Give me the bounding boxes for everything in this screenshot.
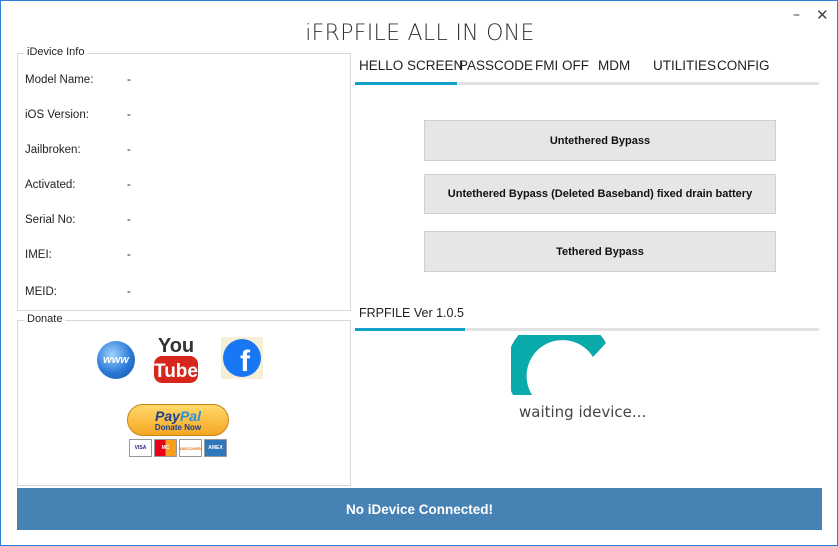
idevice-info-group: iDevice Info Model Name: - iOS Version: … xyxy=(17,46,351,311)
youtube-icon[interactable]: You Tube xyxy=(153,334,199,384)
minimize-button[interactable]: – xyxy=(793,8,800,22)
tab-mdm[interactable]: MDM xyxy=(598,58,630,73)
meid-label: MEID: xyxy=(25,286,57,298)
ios-version-value: - xyxy=(127,109,131,121)
activated-value: - xyxy=(127,179,131,191)
loading-spinner-icon xyxy=(511,335,606,395)
jailbroken-value: - xyxy=(127,144,131,156)
mastercard-icon: MC xyxy=(154,439,177,457)
donate-legend: Donate xyxy=(24,313,66,325)
untethered-bypass-button[interactable]: Untethered Bypass xyxy=(424,120,776,161)
facebook-letter: f xyxy=(240,345,251,378)
youtube-top-text: You xyxy=(158,335,194,357)
tab-fmi-off[interactable]: FMI OFF xyxy=(535,58,589,73)
tab-config[interactable]: CONFIG xyxy=(717,58,770,73)
visa-card-icon: VISA xyxy=(129,439,152,457)
tab-passcode[interactable]: PASSCODE xyxy=(459,58,533,73)
imei-value: - xyxy=(127,249,131,261)
jailbroken-label: Jailbroken: xyxy=(25,144,81,156)
connection-status-bar: No iDevice Connected! xyxy=(17,488,822,530)
model-name-value: - xyxy=(127,74,131,86)
model-name-label: Model Name: xyxy=(25,74,94,86)
youtube-bottom-text: Tube xyxy=(154,361,198,382)
imei-label: IMEI: xyxy=(25,249,52,261)
discover-card-icon: DISCOVER xyxy=(179,439,202,457)
meid-value: - xyxy=(127,286,131,298)
tethered-bypass-button[interactable]: Tethered Bypass xyxy=(424,231,776,272)
tab-strip: HELLO SCREEN PASSCODE FMI OFF MDM UTILIT… xyxy=(355,58,825,84)
waiting-status-text: waiting idevice... xyxy=(519,403,647,421)
serial-no-label: Serial No: xyxy=(25,214,76,226)
version-label: FRPFILE Ver 1.0.5 xyxy=(359,306,464,320)
www-globe-icon[interactable]: www xyxy=(97,341,135,379)
serial-no-value: - xyxy=(127,214,131,226)
window-title: iFRPFILE ALL IN ONE xyxy=(305,21,535,46)
tab-underline-active xyxy=(355,82,457,85)
paypal-donate-text: Donate Now xyxy=(154,422,202,432)
paypal-logo: PayPal xyxy=(155,409,201,423)
credit-cards-icon: VISA MC DISCOVER AMEX xyxy=(129,439,227,457)
paypal-logo-a: Pay xyxy=(155,407,180,424)
close-button[interactable]: ✕ xyxy=(816,8,829,23)
paypal-logo-b: Pal xyxy=(179,407,201,424)
activated-label: Activated: xyxy=(25,179,76,191)
tab-hello-screen[interactable]: HELLO SCREEN xyxy=(359,58,463,73)
amex-card-icon: AMEX xyxy=(204,439,227,457)
ios-version-label: iOS Version: xyxy=(25,109,89,121)
app-window: iFRPFILE ALL IN ONE – ✕ iDevice Info Mod… xyxy=(0,0,838,546)
paypal-donate-icon[interactable]: PayPal Donate Now xyxy=(127,404,229,436)
untethered-baseband-bypass-button[interactable]: Untethered Bypass (Deleted Baseband) fix… xyxy=(424,174,776,214)
idevice-info-legend: iDevice Info xyxy=(24,46,88,58)
facebook-icon[interactable]: f xyxy=(221,337,263,379)
tab-utilities[interactable]: UTILITIES xyxy=(653,58,716,73)
version-underline-active xyxy=(355,328,465,331)
www-text: www xyxy=(103,354,129,366)
